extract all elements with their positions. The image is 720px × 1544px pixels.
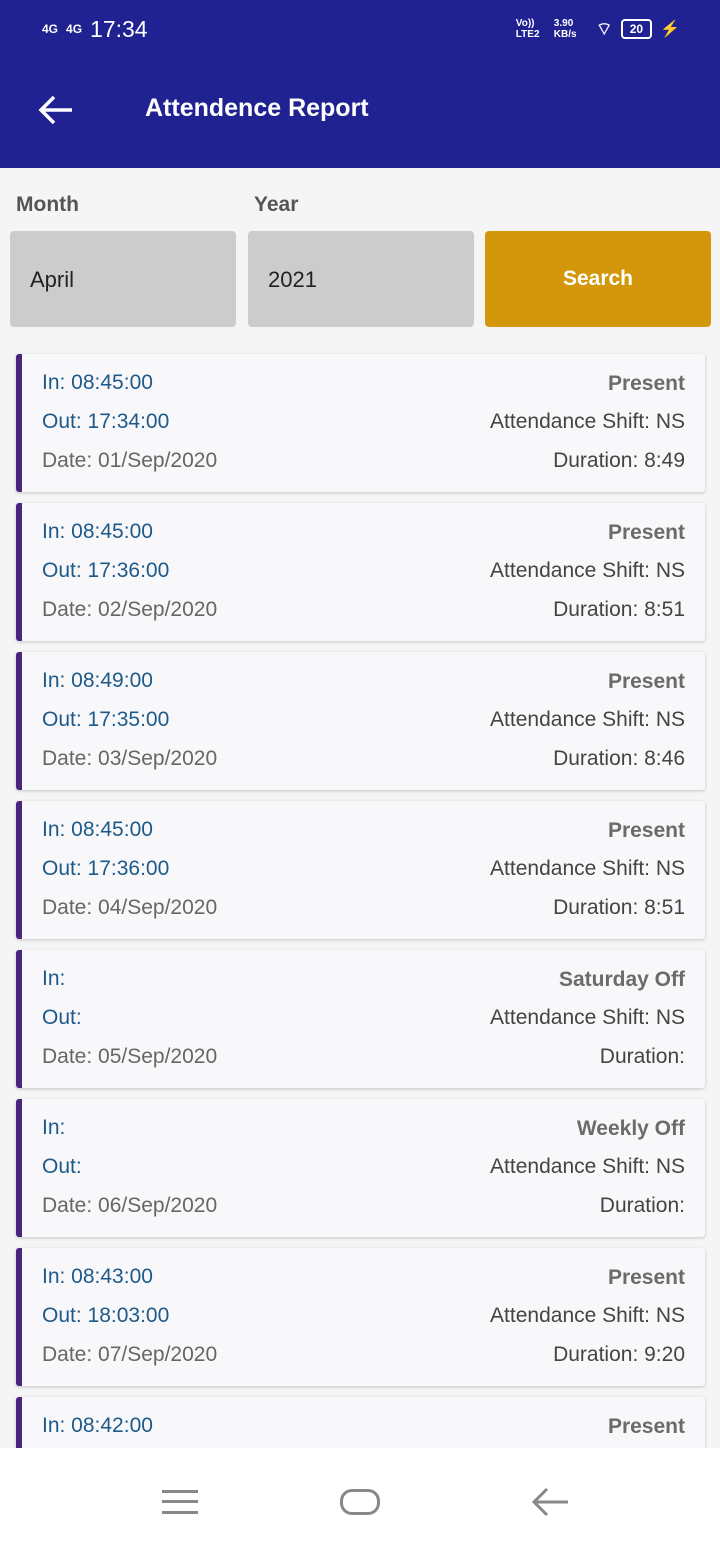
volte-icon: Vo)) LTE2	[515, 18, 540, 40]
attendance-card[interactable]: In: 08:45:00 Out: 17:36:00 Date: 02/Sep/20…	[16, 503, 705, 641]
system-back-icon[interactable]	[530, 1486, 570, 1518]
battery-icon: 20	[620, 19, 653, 39]
in-time: In: 08:49:00	[42, 669, 153, 692]
in-time: In: 08:45:00	[42, 371, 153, 394]
date: Date: 07/Sep/2020	[42, 1343, 218, 1366]
net-speed: 3.90 KB/s	[553, 18, 577, 40]
duration: Duration:	[599, 1045, 685, 1068]
attendance-card[interactable]: In: 08:42:00 Present	[16, 1397, 705, 1448]
page-title: Attendence Report	[145, 94, 369, 122]
out-time: Out: 18:03:00	[42, 1304, 170, 1327]
attendance-shift: Attendance Shift: NS	[490, 1006, 685, 1029]
attendance-card[interactable]: In: Out: Date: 06/Sep/2020 Weekly Off Attend…	[16, 1099, 705, 1237]
date: Date: 04/Sep/2020	[42, 896, 218, 919]
duration: Duration: 8:46	[553, 747, 685, 770]
signal-icon: 4G	[42, 22, 59, 36]
status-label: Present	[607, 670, 685, 693]
out-time: Out: 17:35:00	[42, 708, 170, 731]
duration: Duration: 8:51	[553, 896, 685, 919]
status-label: Present	[607, 1266, 685, 1289]
out-time: Out:	[42, 1006, 82, 1029]
attendance-shift: Attendance Shift: NS	[490, 857, 685, 880]
out-time: Out: 17:36:00	[42, 857, 170, 880]
charging-icon: ⚡	[660, 21, 680, 38]
status-label: Saturday Off	[558, 968, 685, 991]
month-label: Month	[16, 193, 79, 216]
clock: 17:34	[90, 15, 148, 42]
attendance-shift: Attendance Shift: NS	[490, 708, 685, 731]
year-select[interactable]: 2021	[248, 231, 474, 327]
attendance-card[interactable]: In: 08:45:00 Out: 17:36:00 Date: 04/Sep/20…	[16, 801, 705, 939]
menu-icon[interactable]	[162, 1490, 198, 1514]
status-label: Present	[607, 372, 685, 395]
duration: Duration:	[599, 1194, 685, 1217]
month-select[interactable]: April	[10, 231, 236, 327]
status-left: 4G 4G 17:34	[42, 14, 148, 44]
attendance-card[interactable]: In: Out: Date: 05/Sep/2020 Saturday Off Atte…	[16, 950, 705, 1088]
in-time: In: 08:42:00	[42, 1414, 153, 1437]
in-time: In: 08:43:00	[42, 1265, 153, 1288]
attendance-shift: Attendance Shift: NS	[490, 410, 685, 433]
attendance-shift: Attendance Shift: NS	[490, 1304, 685, 1327]
year-label: Year	[254, 193, 299, 216]
home-icon[interactable]	[340, 1489, 380, 1515]
wifi-icon: ⌔	[595, 18, 613, 39]
attendance-shift: Attendance Shift: NS	[490, 559, 685, 582]
system-nav-bar	[0, 1448, 720, 1544]
date: Date: 01/Sep/2020	[42, 449, 218, 472]
out-time: Out: 17:34:00	[42, 410, 170, 433]
attendance-list[interactable]: In: 08:45:00 Out: 17:34:00 Date: 01/Sep/20…	[0, 350, 720, 1448]
out-time: Out:	[42, 1155, 82, 1178]
status-label: Present	[607, 521, 685, 544]
status-label: Weekly Off	[576, 1117, 685, 1140]
status-label: Present	[607, 819, 685, 842]
duration: Duration: 8:51	[553, 598, 685, 621]
duration: Duration: 9:20	[553, 1343, 685, 1366]
in-time: In:	[42, 1116, 66, 1139]
date: Date: 06/Sep/2020	[42, 1194, 218, 1217]
date: Date: 02/Sep/2020	[42, 598, 218, 621]
in-time: In: 08:45:00	[42, 818, 153, 841]
attendance-card[interactable]: In: 08:49:00 Out: 17:35:00 Date: 03/Sep/20…	[16, 652, 705, 790]
search-button[interactable]: Search	[485, 231, 711, 327]
attendance-card[interactable]: In: 08:43:00 Out: 18:03:00 Date: 07/Sep/20…	[16, 1248, 705, 1386]
back-arrow-icon[interactable]	[36, 90, 76, 130]
in-time: In: 08:45:00	[42, 520, 153, 543]
signal-icon: 4G	[66, 22, 83, 36]
app-header: 4G 4G 17:34 Vo)) LTE2 3.90 KB/s ⌔ 20 ⚡ A…	[0, 0, 720, 168]
status-right: Vo)) LTE2 3.90 KB/s ⌔ 20 ⚡	[516, 14, 680, 44]
in-time: In:	[42, 967, 66, 990]
date: Date: 05/Sep/2020	[42, 1045, 218, 1068]
attendance-shift: Attendance Shift: NS	[490, 1155, 685, 1178]
attendance-card[interactable]: In: 08:45:00 Out: 17:34:00 Date: 01/Sep/20…	[16, 354, 705, 492]
date: Date: 03/Sep/2020	[42, 747, 218, 770]
duration: Duration: 8:49	[553, 449, 685, 472]
out-time: Out: 17:36:00	[42, 559, 170, 582]
status-label: Present	[607, 1415, 685, 1438]
